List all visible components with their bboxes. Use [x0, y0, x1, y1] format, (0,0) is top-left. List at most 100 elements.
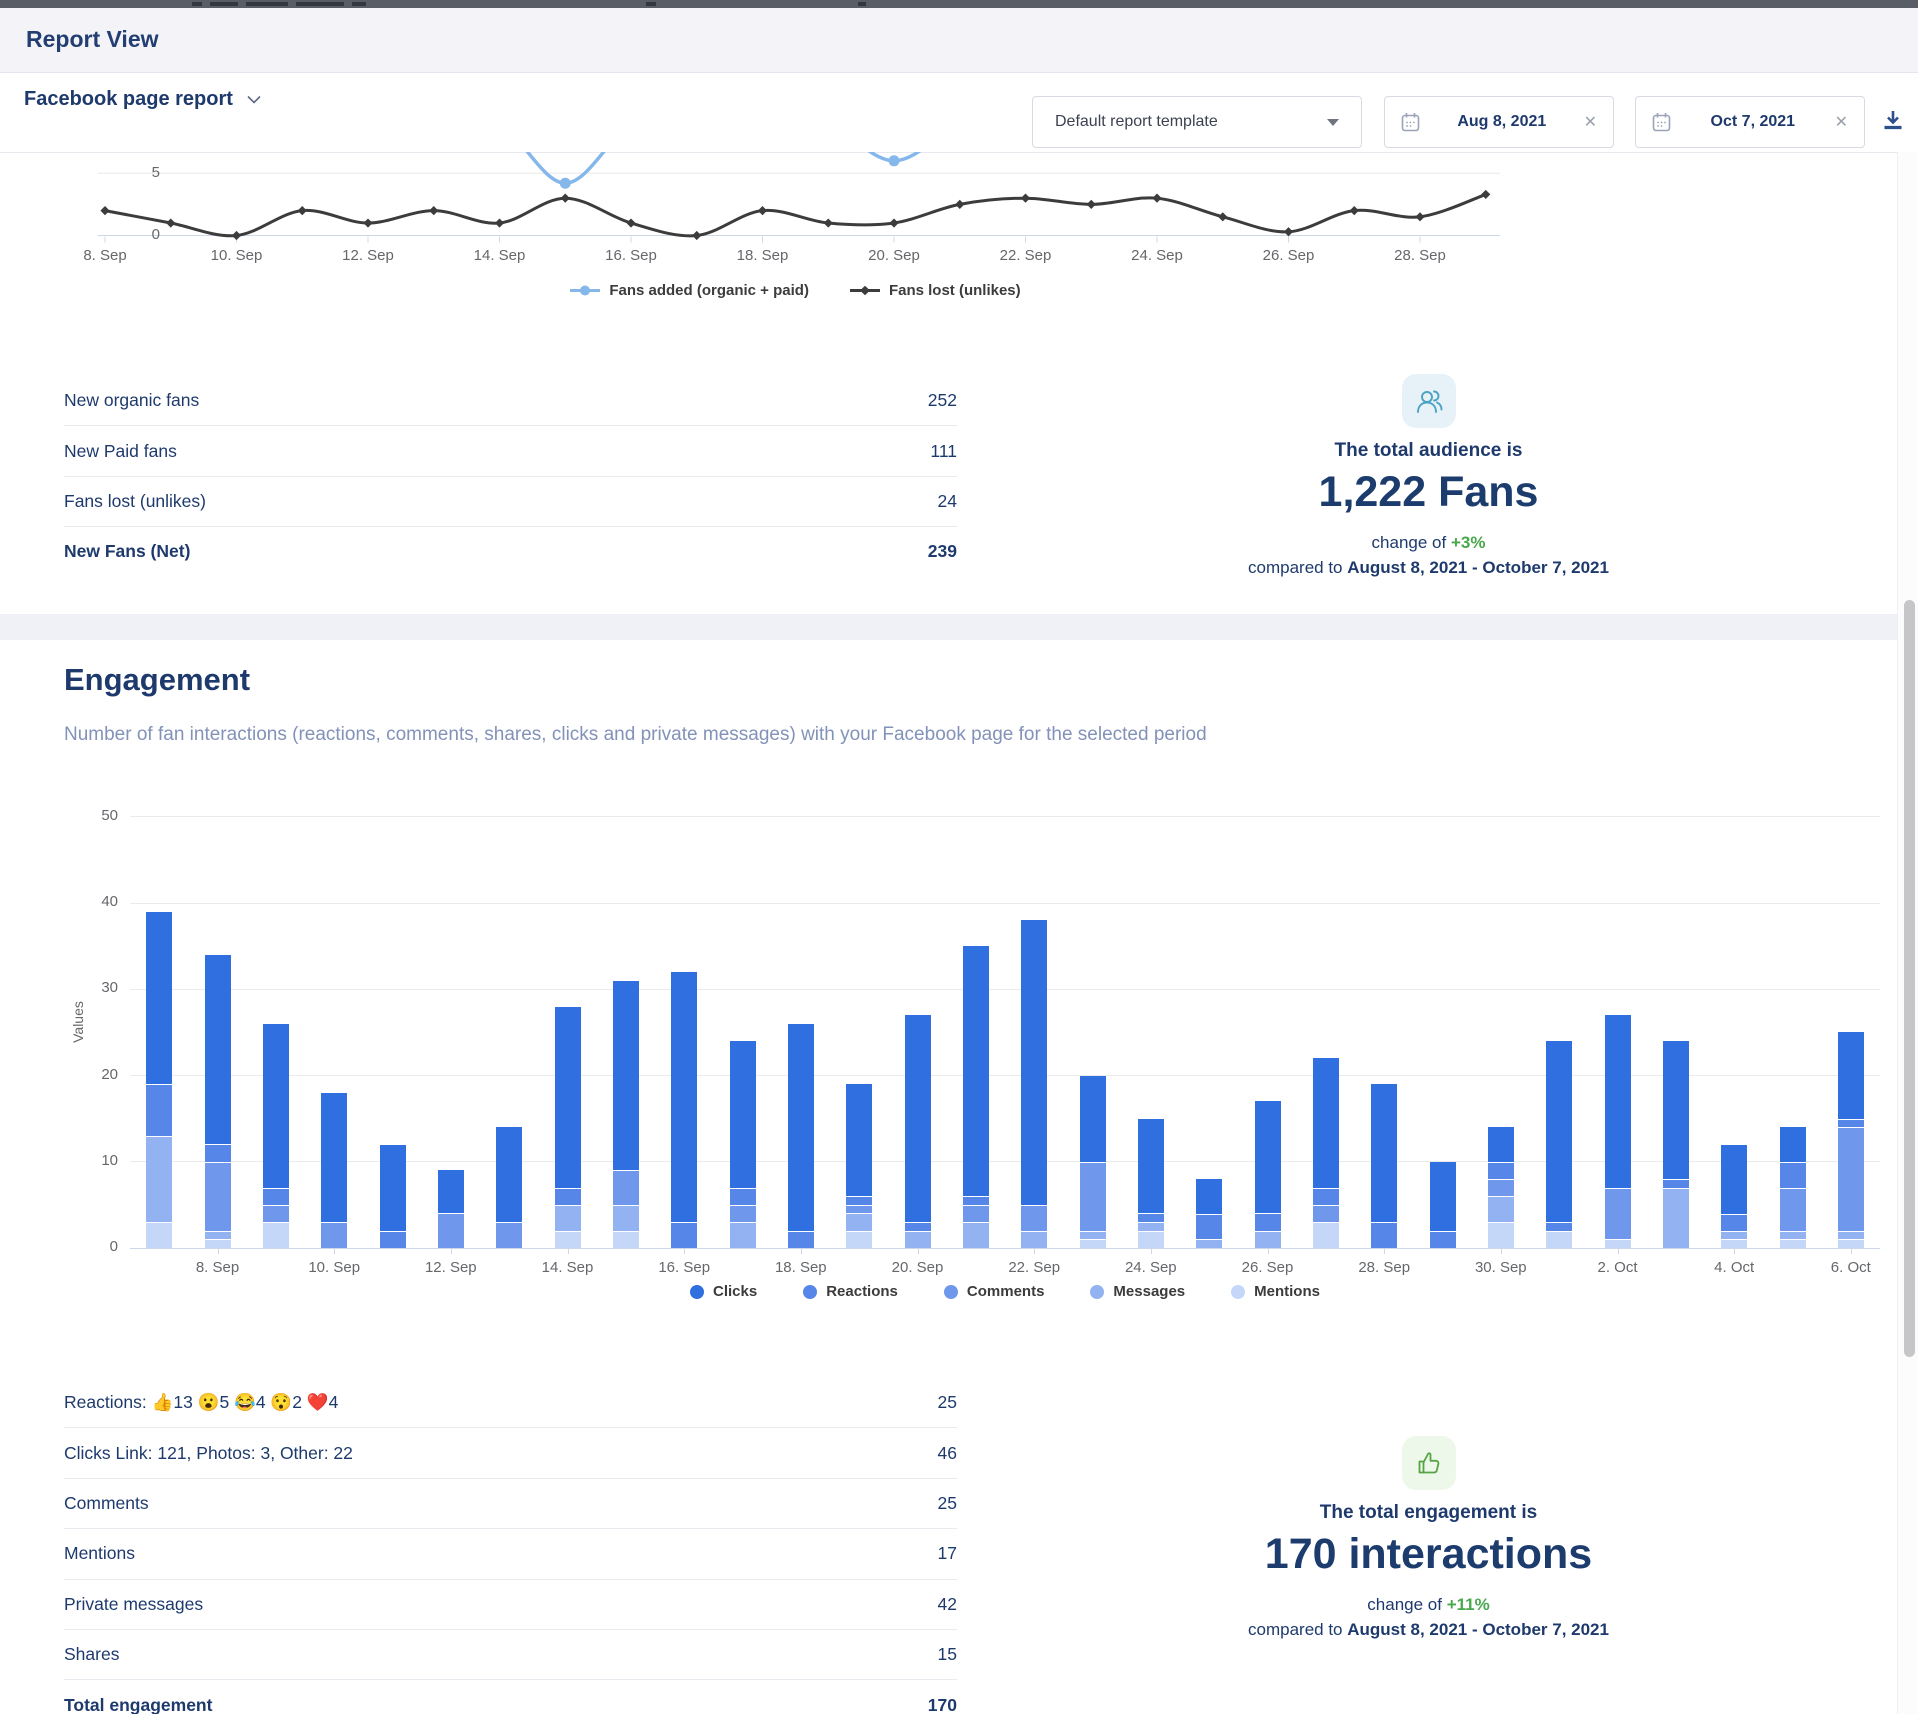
bar-segment	[1605, 1239, 1631, 1248]
point-marker[interactable]	[626, 218, 635, 227]
row-label: New Fans (Net)	[64, 541, 190, 562]
legend-item[interactable]: Comments	[944, 1283, 1045, 1300]
legend-item[interactable]: Messages	[1090, 1283, 1185, 1300]
row-value: 252	[928, 390, 957, 411]
bar[interactable]	[613, 981, 639, 1248]
bar[interactable]	[380, 1145, 406, 1249]
point-marker[interactable]	[1415, 212, 1424, 221]
point-marker[interactable]	[824, 218, 833, 227]
bar[interactable]	[1605, 1015, 1631, 1248]
legend-item[interactable]: Reactions	[803, 1283, 898, 1300]
bar-segment	[555, 1231, 581, 1248]
bar[interactable]	[1488, 1127, 1514, 1248]
bar[interactable]	[438, 1170, 464, 1248]
report-template-select[interactable]: Default report template	[1032, 96, 1362, 148]
users-icon	[1402, 374, 1456, 428]
bar-segment	[146, 1222, 172, 1248]
point-marker[interactable]	[561, 194, 570, 203]
legend-item[interactable]: Clicks	[690, 1283, 757, 1300]
point-marker[interactable]	[758, 206, 767, 215]
series-line	[105, 152, 1486, 183]
legend-item[interactable]: Fans added (organic + paid)	[569, 282, 809, 299]
clear-date-from-icon[interactable]: ✕	[1584, 112, 1597, 132]
point-marker[interactable]	[100, 206, 109, 215]
axis-label: 28. Sep	[1375, 247, 1465, 264]
engagement-section-title: Engagement	[64, 662, 250, 698]
point-marker[interactable]	[692, 231, 701, 240]
tick-mark	[1501, 1248, 1502, 1254]
row-value: 17	[938, 1543, 957, 1564]
bar-segment	[205, 1231, 231, 1240]
point-marker[interactable]	[298, 206, 307, 215]
date-to-picker[interactable]: Oct 7, 2021 ✕	[1635, 96, 1865, 148]
point-marker[interactable]	[889, 155, 900, 166]
bar[interactable]	[963, 946, 989, 1248]
bar[interactable]	[1430, 1162, 1456, 1248]
triangle-down-icon	[1327, 119, 1339, 126]
point-marker[interactable]	[1284, 227, 1293, 236]
point-marker[interactable]	[429, 206, 438, 215]
bar[interactable]	[555, 1007, 581, 1249]
page-title: Report View	[26, 26, 159, 53]
bar-segment	[1196, 1214, 1222, 1240]
bar[interactable]	[1021, 920, 1047, 1248]
engagement-section-subtitle: Number of fan interactions (reactions, c…	[64, 724, 1207, 746]
point-marker[interactable]	[889, 218, 898, 227]
bar[interactable]	[1138, 1119, 1164, 1248]
download-report-button[interactable]	[1880, 108, 1906, 139]
bar[interactable]	[1663, 1041, 1689, 1248]
point-marker[interactable]	[1152, 194, 1161, 203]
point-marker[interactable]	[1021, 194, 1030, 203]
point-marker[interactable]	[495, 218, 504, 227]
bar-segment	[963, 1222, 989, 1248]
bar[interactable]	[1313, 1058, 1339, 1248]
page-header	[0, 8, 1918, 73]
bar-segment	[846, 1213, 872, 1230]
axis-label: 10. Sep	[289, 1259, 379, 1276]
bar[interactable]	[730, 1041, 756, 1248]
bar[interactable]	[205, 955, 231, 1248]
clear-date-to-icon[interactable]: ✕	[1835, 112, 1848, 132]
point-marker[interactable]	[1481, 190, 1490, 199]
bar[interactable]	[496, 1127, 522, 1248]
bar[interactable]	[1371, 1084, 1397, 1248]
bar-segment	[1780, 1127, 1806, 1162]
bar[interactable]	[1080, 1076, 1106, 1249]
bar[interactable]	[146, 912, 172, 1248]
tick-mark	[1384, 1248, 1385, 1254]
legend-item[interactable]: Mentions	[1231, 1283, 1320, 1300]
point-marker[interactable]	[1350, 206, 1359, 215]
bar-segment	[671, 1222, 697, 1248]
point-marker[interactable]	[1087, 200, 1096, 209]
bar[interactable]	[846, 1084, 872, 1248]
bar-segment	[496, 1222, 522, 1248]
line-chart-legend: Fans added (organic + paid) Fans lost (un…	[90, 282, 1500, 299]
bar-segment	[1838, 1032, 1864, 1118]
bar[interactable]	[1721, 1145, 1747, 1249]
bar[interactable]	[1546, 1041, 1572, 1248]
bar[interactable]	[321, 1093, 347, 1248]
date-from-picker[interactable]: Aug 8, 2021 ✕	[1384, 96, 1614, 148]
bar[interactable]	[1255, 1101, 1281, 1248]
point-marker[interactable]	[955, 200, 964, 209]
bar[interactable]	[671, 972, 697, 1248]
bar[interactable]	[1196, 1179, 1222, 1248]
bar[interactable]	[905, 1015, 931, 1248]
point-marker[interactable]	[363, 218, 372, 227]
bar[interactable]	[263, 1024, 289, 1248]
point-marker[interactable]	[560, 178, 571, 189]
point-marker[interactable]	[1218, 212, 1227, 221]
bar-segment	[1138, 1213, 1164, 1222]
report-name-dropdown[interactable]: Facebook page report	[24, 88, 261, 111]
section-divider	[0, 614, 1897, 640]
bar-segment	[730, 1205, 756, 1222]
bar[interactable]	[1838, 1032, 1864, 1248]
bar[interactable]	[788, 1024, 814, 1248]
legend-item[interactable]: Fans lost (unlikes)	[849, 282, 1021, 299]
bar-segment	[1721, 1231, 1747, 1240]
scrollbar-thumb[interactable]	[1904, 600, 1915, 1357]
point-marker[interactable]	[232, 231, 241, 240]
bar-segment	[788, 1231, 814, 1248]
bar[interactable]	[1780, 1127, 1806, 1248]
point-marker[interactable]	[166, 218, 175, 227]
